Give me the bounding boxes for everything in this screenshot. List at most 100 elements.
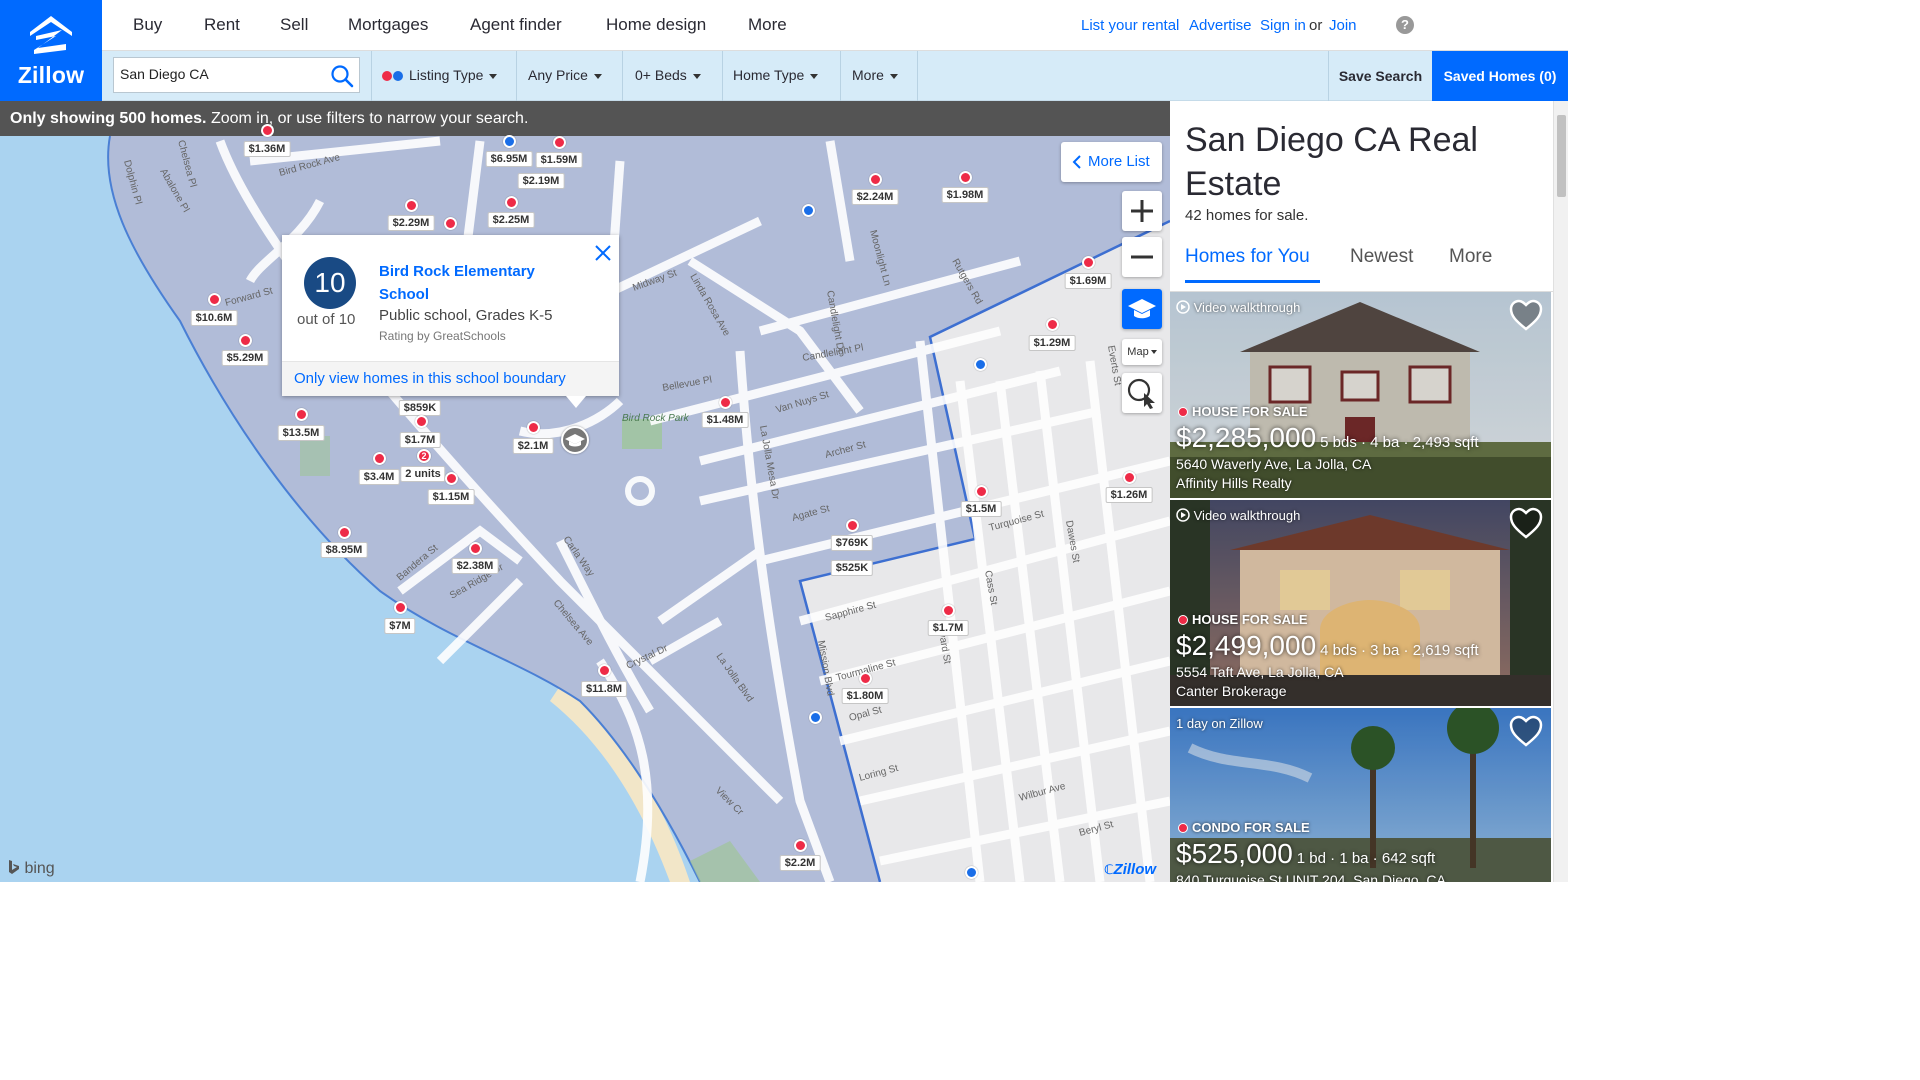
school-marker[interactable] xyxy=(561,426,589,454)
price-label[interactable]: $7M xyxy=(384,618,416,634)
price-label[interactable]: $1.7M xyxy=(399,432,441,448)
saved-homes-button[interactable]: Saved Homes (0) xyxy=(1432,51,1568,101)
sign-in-link[interactable]: Sign in xyxy=(1260,17,1306,34)
map-pin[interactable] xyxy=(975,485,988,498)
more-filters-dropdown[interactable]: More xyxy=(852,67,898,83)
map-pin[interactable] xyxy=(794,839,807,852)
price-label[interactable]: $6.95M xyxy=(485,151,533,167)
map-pin[interactable] xyxy=(527,421,540,434)
map-pin[interactable] xyxy=(394,601,407,614)
school-name-link[interactable]: Bird Rock Elementary School xyxy=(379,260,579,306)
zillow-logo[interactable]: Zillow xyxy=(0,0,102,101)
price-label[interactable]: 2 units xyxy=(400,466,446,482)
map-pin[interactable] xyxy=(846,519,859,532)
price-label[interactable]: $10.6M xyxy=(190,310,238,326)
price-label[interactable]: $1.5M xyxy=(960,501,1002,517)
tab-newest[interactable]: Newest xyxy=(1350,246,1413,268)
price-label[interactable]: $1.7M xyxy=(927,620,969,636)
listing-card[interactable]: Video walkthrough HOUSE FOR SALE $2,285,… xyxy=(1170,292,1551,498)
map-pin[interactable] xyxy=(445,472,458,485)
price-label[interactable]: $1.36M xyxy=(243,141,291,157)
zoom-out-button[interactable] xyxy=(1122,237,1162,277)
search-box[interactable] xyxy=(113,57,360,93)
price-label[interactable]: $1.26M xyxy=(1105,487,1153,503)
list-rental-link[interactable]: List your rental xyxy=(1081,17,1179,34)
close-icon[interactable] xyxy=(593,243,613,263)
schools-layer-toggle[interactable] xyxy=(1122,289,1162,329)
tab-homes-for-you[interactable]: Homes for You xyxy=(1185,246,1310,268)
map-pin[interactable] xyxy=(239,334,252,347)
price-label[interactable]: $1.59M xyxy=(535,152,583,168)
map-pin[interactable] xyxy=(809,711,822,724)
map-pin[interactable] xyxy=(974,358,987,371)
map-pin[interactable] xyxy=(338,526,351,539)
search-input[interactable] xyxy=(120,66,320,82)
map-pin[interactable] xyxy=(415,415,428,428)
nav-mortgages[interactable]: Mortgages xyxy=(348,15,428,35)
price-label[interactable]: $1.80M xyxy=(841,688,889,704)
nav-agent-finder[interactable]: Agent finder xyxy=(470,15,562,35)
save-heart-icon[interactable] xyxy=(1508,298,1544,332)
map-pin[interactable] xyxy=(802,204,815,217)
more-list-button[interactable]: More List xyxy=(1061,142,1162,182)
advertise-link[interactable]: Advertise xyxy=(1189,17,1252,34)
price-label[interactable]: $13.5M xyxy=(277,425,325,441)
join-link[interactable]: Join xyxy=(1329,17,1357,34)
price-label[interactable]: $2.29M xyxy=(387,215,435,231)
map-pin[interactable] xyxy=(405,199,418,212)
tab-more[interactable]: More xyxy=(1449,246,1492,268)
map-pin[interactable] xyxy=(719,396,732,409)
listing-type-dropdown[interactable]: Listing Type xyxy=(382,67,498,83)
map-pin[interactable] xyxy=(959,171,972,184)
map-pin[interactable] xyxy=(1082,256,1095,269)
map-pin[interactable] xyxy=(444,217,457,230)
school-boundary-link[interactable]: Only view homes in this school boundary xyxy=(282,361,619,396)
map-pin[interactable] xyxy=(859,672,872,685)
price-label[interactable]: $1.29M xyxy=(1028,335,1076,351)
price-label[interactable]: $5.29M xyxy=(221,350,269,366)
nav-sell[interactable]: Sell xyxy=(280,15,308,35)
save-heart-icon[interactable] xyxy=(1508,506,1544,540)
map-canvas[interactable]: Bird Rock Ave Chelsea Pl Dolphin Pl Abal… xyxy=(0,101,1170,882)
price-label[interactable]: $2.24M xyxy=(851,189,899,205)
map-pin[interactable] xyxy=(261,124,274,137)
map-pin[interactable] xyxy=(503,135,516,148)
map-type-dropdown[interactable]: Map xyxy=(1122,339,1162,365)
price-label[interactable]: $1.15M xyxy=(427,489,475,505)
nav-rent[interactable]: Rent xyxy=(204,15,240,35)
help-icon[interactable]: ? xyxy=(1396,16,1414,34)
map-pin[interactable] xyxy=(553,136,566,149)
map-pin[interactable] xyxy=(373,452,386,465)
map-pin[interactable] xyxy=(942,604,955,617)
map-pin[interactable] xyxy=(965,866,978,879)
map-pin[interactable] xyxy=(505,196,518,209)
price-dropdown[interactable]: Any Price xyxy=(528,67,602,83)
price-label[interactable]: $2.2M xyxy=(779,855,821,871)
map-pin[interactable] xyxy=(295,408,308,421)
price-label[interactable]: $859K xyxy=(398,400,442,416)
nav-home-design[interactable]: Home design xyxy=(606,15,706,35)
zoom-in-button[interactable] xyxy=(1122,191,1162,231)
price-label[interactable]: $11.8M xyxy=(580,681,628,697)
beds-dropdown[interactable]: 0+ Beds xyxy=(635,67,701,83)
price-label[interactable]: $525K xyxy=(830,560,874,576)
home-type-dropdown[interactable]: Home Type xyxy=(733,67,819,83)
map-pin[interactable] xyxy=(1123,471,1136,484)
price-label[interactable]: $2.19M xyxy=(517,173,565,189)
price-label[interactable]: $3.4M xyxy=(358,469,400,485)
map-pin[interactable] xyxy=(469,542,482,555)
nav-more[interactable]: More xyxy=(748,15,787,35)
price-label[interactable]: $769K xyxy=(830,535,874,551)
search-icon[interactable] xyxy=(330,64,356,88)
price-label[interactable]: $1.98M xyxy=(941,187,989,203)
map-pin[interactable] xyxy=(869,173,882,186)
map-pin[interactable] xyxy=(208,293,221,306)
save-heart-icon[interactable] xyxy=(1508,714,1544,748)
price-label[interactable]: $1.69M xyxy=(1064,273,1112,289)
map-pin[interactable] xyxy=(598,664,611,677)
draw-search-button[interactable] xyxy=(1122,373,1162,413)
nav-buy[interactable]: Buy xyxy=(133,15,162,35)
price-label[interactable]: $2.25M xyxy=(487,212,535,228)
map-pin[interactable] xyxy=(1046,318,1059,331)
price-label[interactable]: $2.1M xyxy=(512,438,554,454)
